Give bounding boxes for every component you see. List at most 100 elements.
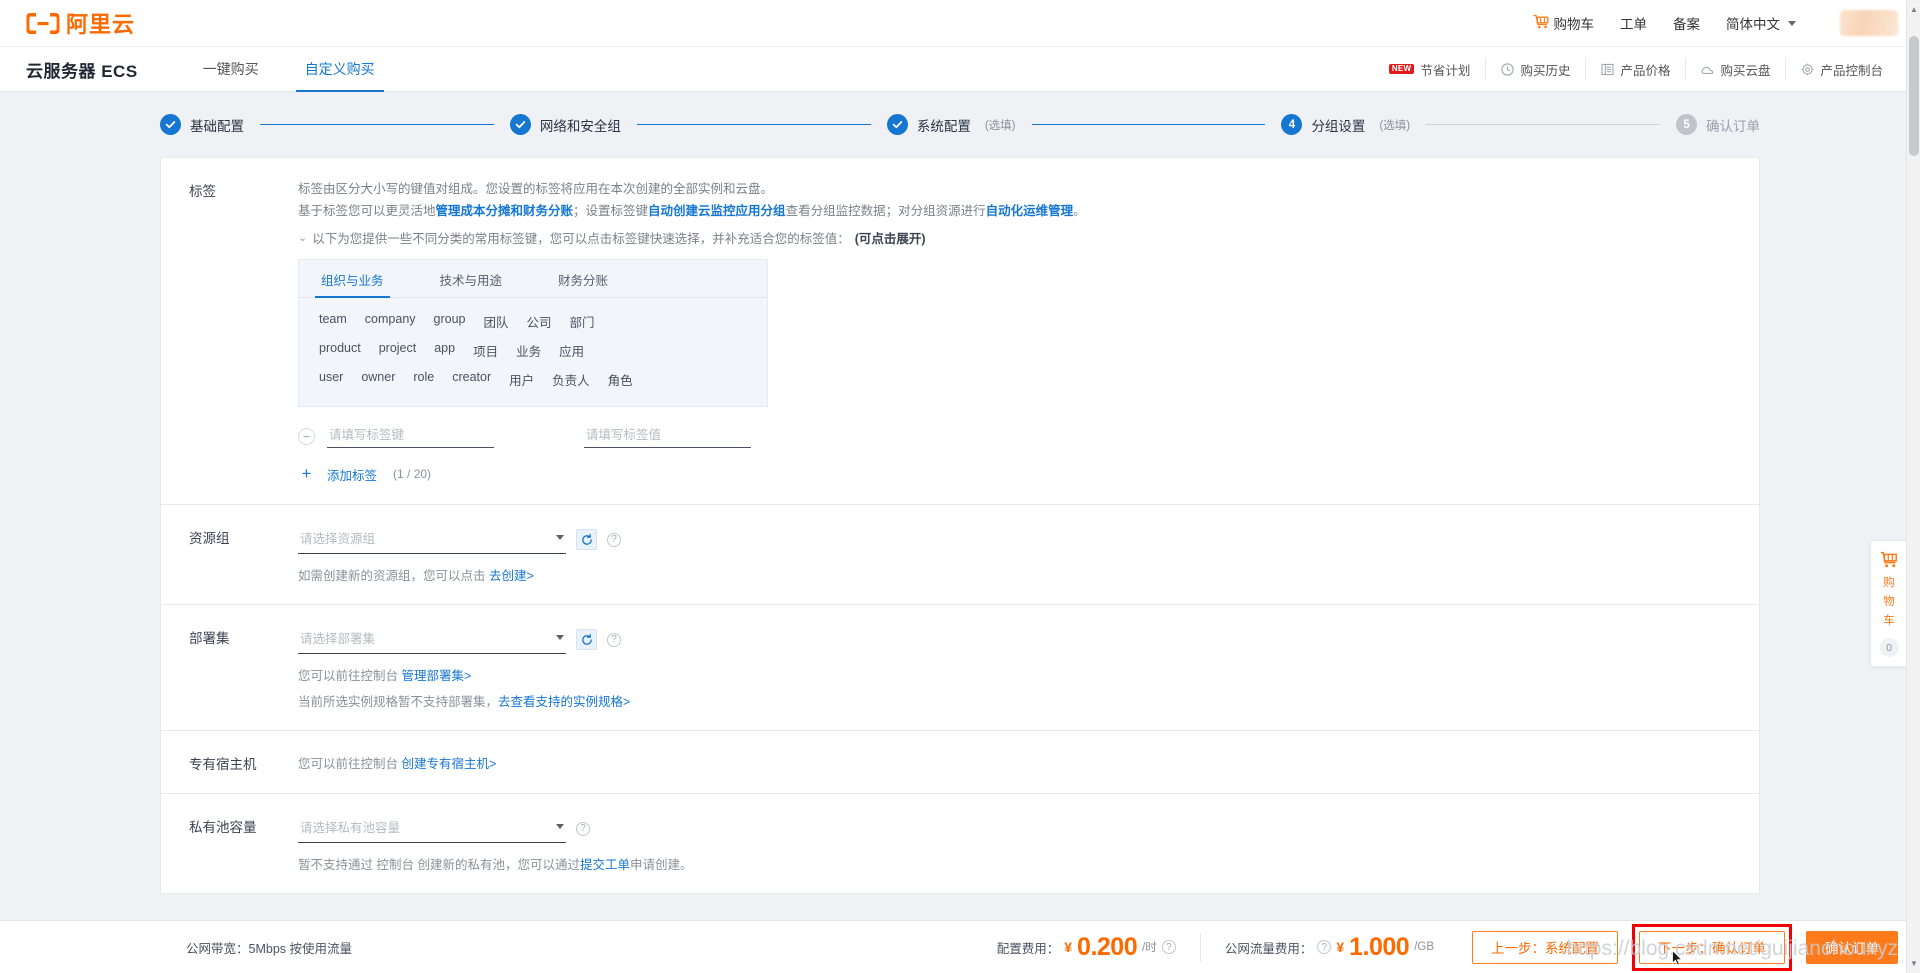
tag-chip[interactable]: owner: [361, 370, 395, 389]
floating-cart-widget[interactable]: 购 物 车 0: [1870, 540, 1908, 667]
tag-chip[interactable]: 角色: [608, 370, 633, 389]
tag-chip[interactable]: company: [365, 312, 416, 331]
step-3-label: 系统配置: [916, 118, 971, 134]
deployment-set-body: 请选择部署集 ? 您可以前往控制台 管理部署集> 当前所选实例规格暂不支持部署集…: [298, 625, 1759, 710]
link-product-console[interactable]: 产品控制台: [1785, 58, 1898, 80]
step-system-config[interactable]: 系统配置 (选填): [886, 114, 1016, 135]
step-confirm-order[interactable]: 5 确认订单: [1676, 114, 1760, 135]
scroll-up-arrow-icon[interactable]: ▲: [1907, 2, 1920, 17]
config-cost-help-icon[interactable]: ?: [1161, 940, 1176, 954]
chevron-down-icon: [556, 635, 564, 640]
link-cloudmonitor-group[interactable]: 自动创建云监控应用分组: [648, 204, 786, 218]
tag-chip[interactable]: creator: [452, 370, 491, 389]
traffic-cost-help-icon[interactable]: ?: [1317, 940, 1332, 954]
list-icon: [1601, 63, 1614, 76]
confirm-order-button[interactable]: 确认订单: [1806, 930, 1898, 964]
tag-key-input[interactable]: [327, 425, 494, 448]
chevron-down-icon: [1788, 20, 1796, 26]
link-purchase-history-label: 购买历史: [1520, 63, 1571, 78]
tag-chip[interactable]: 应用: [559, 341, 584, 360]
section-tags: 标签 标签由区分大小写的键值对组成。您设置的标签将应用在本次创建的全部实例和云盘…: [160, 157, 1760, 504]
tags-body: 标签由区分大小写的键值对组成。您设置的标签将应用在本次创建的全部实例和云盘。 基…: [298, 178, 1759, 484]
step-network-security[interactable]: 网络和安全组: [509, 114, 621, 135]
new-badge: NEW: [1388, 64, 1415, 74]
deployment-set-refresh-button[interactable]: [576, 629, 597, 650]
link-manage-deployment-set[interactable]: 管理部署集>: [401, 669, 471, 683]
tag-tab-tech-usage[interactable]: 技术与用途: [438, 260, 505, 297]
scrollbar-thumb[interactable]: [1909, 36, 1919, 156]
nav-language[interactable]: 简体中文: [1726, 13, 1796, 33]
link-supported-instance-types[interactable]: 去查看支持的实例规格>: [498, 695, 630, 709]
nav-tickets[interactable]: 工单: [1620, 13, 1647, 33]
tag-chip[interactable]: app: [434, 341, 455, 360]
page-scrollbar[interactable]: ▲ ▼: [1906, 0, 1920, 973]
step-group-settings[interactable]: 4 分组设置 (选填): [1281, 114, 1410, 135]
scroll-down-arrow-icon[interactable]: ▼: [1907, 956, 1920, 971]
nav-cart[interactable]: 购物车: [1533, 13, 1594, 33]
deployment-set-select[interactable]: 请选择部署集: [298, 625, 566, 654]
tag-chip[interactable]: product: [319, 341, 361, 360]
step-4-label: 分组设置: [1311, 118, 1366, 134]
tag-value-input[interactable]: [584, 425, 751, 448]
logo-text: 阿里云: [66, 12, 136, 37]
resource-group-refresh-button[interactable]: [576, 529, 597, 550]
page-root: 阿里云 购物车 工单 备案 简体中文 云服务器 ECS 一键购买 自定义购买 N…: [0, 0, 1920, 973]
link-automated-ops[interactable]: 自动化运维管理: [986, 204, 1074, 218]
tags-desc2-end: 。: [1073, 204, 1086, 218]
tag-chip[interactable]: role: [413, 370, 434, 389]
private-pool-help-icon[interactable]: ?: [576, 821, 590, 836]
dedicated-host-body: 您可以前往控制台 创建专有宿主机>: [298, 751, 1759, 773]
tag-chip[interactable]: 团队: [484, 312, 509, 331]
link-buy-disk[interactable]: 购买云盘: [1685, 58, 1785, 80]
step-3-optional: (选填): [984, 119, 1016, 132]
tag-chip[interactable]: 公司: [527, 312, 552, 331]
tag-chip[interactable]: 用户: [509, 370, 534, 389]
tag-category-tabs: 组织与业务 技术与用途 财务分账: [299, 260, 767, 298]
config-cost-currency: ¥: [1064, 939, 1073, 955]
private-pool-select[interactable]: 请选择私有池容量: [298, 814, 566, 843]
link-submit-ticket[interactable]: 提交工单: [580, 858, 630, 872]
tag-chip[interactable]: 业务: [516, 341, 541, 360]
aliyun-logo[interactable]: 阿里云: [26, 7, 135, 39]
tag-tab-finance[interactable]: 财务分账: [556, 260, 610, 297]
avatar[interactable]: [1840, 10, 1898, 36]
link-create-resource-group[interactable]: 去创建>: [489, 569, 534, 583]
link-purchase-history[interactable]: 购买历史: [1485, 58, 1585, 80]
remove-tag-button[interactable]: −: [298, 428, 315, 445]
tags-expand-toggle[interactable]: ⌄ 以下为您提供一些不同分类的常用标签键，您可以点击标签键快速选择，并补充适合您…: [298, 228, 1731, 247]
global-nav: 购物车 工单 备案 简体中文: [1533, 10, 1898, 36]
add-tag-row[interactable]: + 添加标签 (1 / 20): [298, 464, 1731, 484]
link-cost-allocation[interactable]: 管理成本分摊和财务分账: [436, 204, 574, 218]
tab-custom-buy[interactable]: 自定义购买: [295, 47, 384, 92]
deployment-set-hint1-pre: 您可以前往控制台: [298, 669, 402, 683]
link-create-dedicated-host[interactable]: 创建专有宿主机>: [401, 757, 496, 771]
tag-chip[interactable]: user: [319, 370, 343, 389]
tag-chip[interactable]: 部门: [570, 312, 595, 331]
tag-chip[interactable]: team: [319, 312, 347, 331]
add-tag-count: (1 / 20): [393, 467, 432, 481]
private-pool-label: 私有池容量: [189, 820, 257, 835]
link-buy-disk-label: 购买云盘: [1720, 63, 1771, 78]
tag-chip[interactable]: project: [379, 341, 417, 360]
link-savings-plan[interactable]: NEW 节省计划: [1377, 58, 1486, 80]
nav-icp[interactable]: 备案: [1673, 13, 1700, 33]
link-product-price[interactable]: 产品价格: [1585, 58, 1685, 80]
resource-group-label: 资源组: [189, 531, 230, 546]
prev-step-button[interactable]: 上一步：系统配置: [1472, 930, 1618, 964]
aliyun-logo-icon: [26, 11, 60, 36]
step-4-optional: (选填): [1379, 119, 1411, 132]
next-step-button[interactable]: 下一步：确认订单: [1639, 930, 1785, 964]
deployment-set-help-icon[interactable]: ?: [607, 632, 621, 647]
cart-icon: [1533, 14, 1549, 32]
tags-label: 标签: [189, 184, 216, 199]
tab-one-click-buy[interactable]: 一键购买: [194, 47, 268, 92]
tag-chip[interactable]: 项目: [473, 341, 498, 360]
tags-desc-line1: 标签由区分大小写的键值对组成。您设置的标签将应用在本次创建的全部实例和云盘。: [298, 182, 774, 196]
resource-group-select[interactable]: 请选择资源组: [298, 525, 566, 554]
tags-expand-text: 以下为您提供一些不同分类的常用标签键，您可以点击标签键快速选择，并补充适合您的标…: [312, 232, 850, 246]
tag-tab-org-business[interactable]: 组织与业务: [315, 260, 390, 298]
step-basic-config[interactable]: 基础配置: [160, 114, 244, 135]
resource-group-help-icon[interactable]: ?: [607, 532, 621, 547]
tag-chip[interactable]: group: [434, 312, 466, 331]
tag-chip[interactable]: 负责人: [552, 370, 590, 389]
